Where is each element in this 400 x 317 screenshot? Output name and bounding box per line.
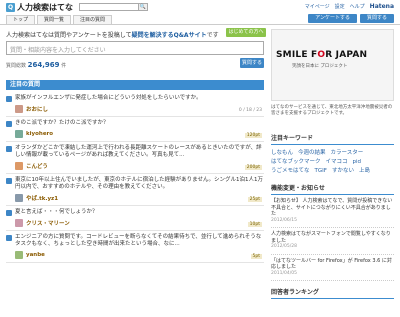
news-date: 2012/05/28 bbox=[271, 244, 297, 249]
ranking-title: 回答者ランキング bbox=[271, 287, 394, 299]
question-item[interactable]: 家族がインフルエンザに発症した場合にどういう対処をしたらいいですか。 おおにし … bbox=[6, 92, 264, 117]
news-date: 2011/04/05 bbox=[271, 270, 297, 276]
point-badge: 200pt bbox=[244, 165, 262, 170]
point-badge: 120pt bbox=[244, 133, 262, 138]
keyword-link[interactable]: すかない bbox=[332, 167, 354, 175]
banner-subtitle: 笑顔を日本に プロジェクト bbox=[292, 64, 348, 69]
tab-divider bbox=[0, 24, 400, 25]
banner-title-part: R JAPAN bbox=[325, 50, 368, 60]
intro-text-bold: 疑問を解決するQ&Aサイト bbox=[131, 32, 207, 39]
question-icon bbox=[6, 210, 12, 216]
keyword-link[interactable]: カラースター bbox=[331, 149, 364, 157]
keywords-title: 注目キーワード bbox=[271, 133, 394, 145]
tab-featured[interactable]: 注目の質問 bbox=[73, 15, 113, 24]
user-name[interactable]: こんどう bbox=[26, 162, 48, 170]
search-input[interactable] bbox=[79, 3, 139, 11]
smile-for-japan-banner[interactable]: SMILE FOR JAPAN 笑顔を日本に プロジェクト bbox=[271, 29, 394, 101]
news-item[interactable]: 【お知らせ】 人力検索はてなで、質問が投稿できない不具合と、サイトにつながりにく… bbox=[271, 195, 394, 228]
keyword-list: しなもん 今週の結果 カラースター はてなブックマーク イマココ pid うごメ… bbox=[271, 149, 394, 175]
question-item[interactable]: オランダかどこかで凍結した運河上で行われる長距離スケートのレースがあるときいたの… bbox=[6, 142, 264, 174]
intro-text-start: 人力検索はてなは質問やアンケートを投稿して bbox=[6, 32, 132, 39]
news-date: 2012/06/15 bbox=[271, 217, 297, 223]
site-logo[interactable]: Q 人力検索はてな bbox=[6, 2, 73, 13]
featured-questions-header: 注目の質問 bbox=[6, 80, 264, 90]
question-icon bbox=[6, 146, 12, 152]
question-stats: 0 / 18 / 23 bbox=[238, 108, 262, 113]
intro-text-end: です bbox=[206, 32, 219, 39]
keyword-link[interactable]: はてなブックマーク bbox=[271, 158, 321, 166]
question-count-suffix: 件 bbox=[61, 63, 67, 69]
avatar bbox=[15, 193, 23, 202]
question-text[interactable]: 夏と言えば・・・何でしょうか？ bbox=[15, 209, 264, 216]
header-links: マイページ 設定 ヘルプ Hatena bbox=[305, 3, 394, 10]
hatena-logo[interactable]: Hatena bbox=[370, 3, 394, 10]
settings-link[interactable]: 設定 bbox=[335, 3, 345, 10]
question-icon bbox=[6, 178, 12, 184]
sidebar: SMILE FOR JAPAN 笑顔を日本に プロジェクト はてなのサービスを通… bbox=[271, 29, 394, 299]
avatar bbox=[15, 218, 23, 227]
keyword-link[interactable]: pid bbox=[353, 158, 362, 166]
banner-title-part: SMILE F bbox=[276, 50, 318, 60]
question-item[interactable]: 夏と言えば・・・何でしょうか？ クリス・マリーン 10pt bbox=[6, 206, 264, 231]
question-icon bbox=[6, 121, 12, 127]
top-bar: Q 人力検索はてな 🔍 マイページ 設定 ヘルプ Hatena bbox=[0, 0, 400, 14]
banner-title: SMILE FOR JAPAN bbox=[276, 50, 367, 60]
question-count-value: 264,969 bbox=[27, 61, 60, 69]
keyword-link[interactable]: 上島 bbox=[359, 167, 370, 175]
question-text[interactable]: きのこ派ですか？たけのこ派ですか？ bbox=[15, 120, 264, 127]
point-badge: 10pt bbox=[247, 222, 262, 227]
nav-tabs: トップ 質問一覧 注目の質問 bbox=[6, 15, 113, 24]
search-button[interactable]: 🔍 bbox=[139, 3, 148, 11]
logo-mark: Q bbox=[6, 2, 15, 12]
question-text[interactable]: オランダかどこかで凍結した運河上で行われる長距離スケートのレースがあるときいたの… bbox=[15, 145, 264, 159]
keyword-link[interactable]: TGIF bbox=[315, 167, 327, 175]
question-item[interactable]: きのこ派ですか？たけのこ派ですか？ kiyohero 120pt bbox=[6, 117, 264, 142]
mypage-link[interactable]: マイページ bbox=[305, 3, 330, 10]
news-title: 機能変更・お知らせ bbox=[271, 183, 394, 195]
banner-description: はてなのサービスを通じて、東北地方太平洋沖地震被災者の皆さまを支援するプロジェク… bbox=[271, 105, 393, 116]
news-item[interactable]: 「はてなツールバー for Firefox」が Firefox 3.6 に対応し… bbox=[271, 255, 394, 281]
question-item[interactable]: エンジニアの方に質問です。コードレビューを断らなくてその結果待ちで、並行して進め… bbox=[6, 231, 264, 263]
keyword-link[interactable]: 今週の結果 bbox=[298, 149, 326, 157]
help-link[interactable]: ヘルプ bbox=[350, 3, 365, 10]
keyword-link[interactable]: うごメモはてな bbox=[271, 167, 310, 175]
news-text[interactable]: 「はてなツールバー for Firefox」が Firefox 3.6 に対応し… bbox=[271, 258, 394, 271]
tab-top[interactable]: トップ bbox=[6, 15, 36, 24]
question-text[interactable]: 家族がインフルエンザに発症した場合にどういう対処をしたらいいですか。 bbox=[15, 95, 264, 102]
user-name[interactable]: クリス・マリーン bbox=[26, 219, 70, 227]
question-text[interactable]: 東京に10年以上住んでいましたが、東京のホテルに宿泊した経験がありません。シング… bbox=[15, 177, 264, 191]
news-text[interactable]: 人力検索はてながスマートフォンで閲覧しやすくなりました bbox=[271, 231, 394, 244]
action-buttons: アンケートする 質問する bbox=[308, 14, 394, 23]
question-icon bbox=[6, 96, 12, 102]
avatar bbox=[15, 161, 23, 170]
user-name[interactable]: おおにし bbox=[26, 105, 48, 113]
question-count-label: 質問総数 bbox=[6, 63, 27, 69]
question-count: 質問総数 264,969 件 bbox=[6, 61, 66, 69]
keyword-link[interactable]: イマココ bbox=[326, 158, 348, 166]
avatar bbox=[15, 129, 23, 138]
ask-row: 質問総数 264,969 件 質問する bbox=[6, 58, 264, 70]
avatar bbox=[15, 104, 23, 113]
user-name[interactable]: yanbe bbox=[26, 252, 45, 258]
news-text[interactable]: 【お知らせ】 人力検索はてなで、質問が投稿できない不具合と、サイトにつながりにく… bbox=[271, 198, 394, 218]
keyword-link[interactable]: しなもん bbox=[271, 149, 293, 157]
user-name[interactable]: kiyohero bbox=[26, 131, 53, 137]
point-badge: 5pt bbox=[250, 254, 262, 259]
survey-button[interactable]: アンケートする bbox=[308, 14, 357, 23]
question-text[interactable]: エンジニアの方に質問です。コードレビューを断らなくてその結果待ちで、並行して進め… bbox=[15, 234, 264, 248]
question-icon bbox=[6, 235, 12, 241]
logo-text: 人力検索はてな bbox=[17, 2, 73, 12]
question-item[interactable]: 東京に10年以上住んでいましたが、東京のホテルに宿泊した経験がありません。シング… bbox=[6, 174, 264, 206]
question-list: 家族がインフルエンザに発症した場合にどういう対処をしたらいいですか。 おおにし … bbox=[6, 92, 264, 263]
beginner-guide-button[interactable]: はじめての方へ bbox=[226, 28, 266, 37]
user-name[interactable]: やば.tk.yz1 bbox=[26, 194, 58, 202]
news-item[interactable]: 人力検索はてながスマートフォンで閲覧しやすくなりました 2012/05/28 bbox=[271, 228, 394, 255]
submit-question-button[interactable]: 質問する bbox=[240, 58, 264, 68]
tab-question-list[interactable]: 質問一覧 bbox=[37, 15, 72, 24]
point-badge: 25pt bbox=[247, 197, 262, 202]
ask-button[interactable]: 質問する bbox=[359, 14, 394, 23]
avatar bbox=[15, 250, 23, 259]
question-input[interactable]: 質問・相談内容を入力してください bbox=[6, 41, 264, 55]
